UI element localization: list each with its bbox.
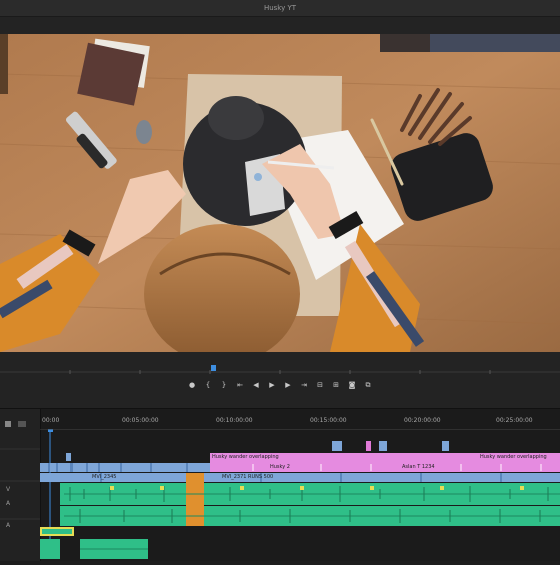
step-forward-icon[interactable]: ▶ — [283, 381, 293, 389]
ruler-tick: 00:20:00:00 — [404, 417, 441, 424]
timeline-ruler[interactable]: 00:00 00:05:00:00 00:10:00:00 00:15:00:0… — [40, 411, 560, 429]
svg-text:V: V — [6, 486, 11, 493]
clip-label[interactable]: MVI_2371 RUNS 500 — [220, 473, 298, 482]
mark-in-icon[interactable]: { — [203, 381, 213, 389]
clip-label[interactable]: Husky 2 — [268, 463, 308, 472]
playhead-marker[interactable] — [211, 365, 216, 371]
track-headers: V A A — [0, 409, 41, 561]
clip-label[interactable]: MVI_2345 — [90, 473, 146, 482]
track-header-icons: V A A — [0, 421, 40, 529]
start-timecode: 00:00 — [42, 417, 60, 424]
step-back-icon[interactable]: ◀ — [251, 381, 261, 389]
ruler-tick: 00:15:00:00 — [310, 417, 347, 424]
marker-icon[interactable]: ● — [187, 381, 197, 389]
ruler-tick: 00:25:00:00 — [496, 417, 533, 424]
toggle-icon — [18, 421, 26, 427]
clip-label[interactable]: Aslan T 1234 — [400, 463, 470, 472]
scrub-bar[interactable] — [0, 362, 560, 376]
transport-controls: ● { } ⇤ ◀ ▶ ▶ ⇥ ⊟ ⊞ ◙ ⧉ — [0, 376, 560, 394]
button-editor-icon[interactable]: ⧉ — [363, 381, 373, 390]
panel-header — [0, 17, 560, 34]
ruler-tick: 00:10:00:00 — [216, 417, 253, 424]
mark-out-icon[interactable]: } — [219, 381, 229, 389]
insert-icon[interactable]: ⊟ — [315, 381, 325, 389]
clip-label[interactable]: Husky wander overlapping — [210, 453, 300, 462]
clip-label[interactable]: Husky wander overlapping — [478, 453, 560, 462]
timeline-panel[interactable]: V A A 00:00 00:05:00:00 00:10:00:00 00:1… — [0, 408, 560, 561]
program-monitor[interactable] — [0, 34, 560, 352]
wrench-icon — [5, 421, 11, 427]
window-title: Husky YT — [263, 4, 297, 12]
svg-text:A: A — [6, 500, 11, 507]
ruler-tick: 00:05:00:00 — [122, 417, 159, 424]
go-to-in-icon[interactable]: ⇤ — [235, 381, 245, 389]
go-to-out-icon[interactable]: ⇥ — [299, 381, 309, 389]
overwrite-icon[interactable]: ⊞ — [331, 381, 341, 389]
title-bar: Husky YT — [0, 0, 560, 17]
timeline-tracks[interactable] — [40, 429, 560, 559]
export-frame-icon[interactable]: ◙ — [347, 381, 357, 389]
play-icon[interactable]: ▶ — [267, 381, 277, 389]
svg-text:A: A — [6, 522, 11, 529]
video-frame — [0, 34, 560, 352]
